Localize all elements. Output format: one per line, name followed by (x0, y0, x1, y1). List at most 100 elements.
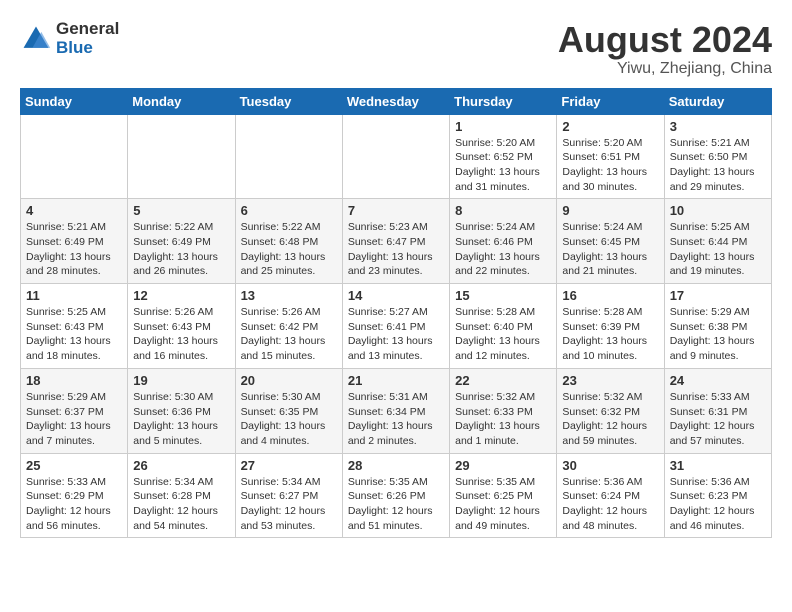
month-year: August 2024 (558, 20, 772, 60)
calendar-cell: 18 Sunrise: 5:29 AM Sunset: 6:37 PM Dayli… (21, 368, 128, 453)
day-info: Sunrise: 5:35 AM Sunset: 6:26 PM Dayligh… (348, 475, 444, 534)
calendar-cell: 9Sunrise: 5:24 AM Sunset: 6:45 PM Daylig… (557, 199, 664, 284)
day-number: 25 (26, 458, 122, 473)
day-info: Sunrise: 5:20 AM Sunset: 6:51 PM Dayligh… (562, 136, 658, 195)
day-number: 19 (133, 373, 229, 388)
calendar-cell: 22 Sunrise: 5:32 AM Sunset: 6:33 PM Dayli… (450, 368, 557, 453)
calendar-cell: 6 Sunrise: 5:22 AM Sunset: 6:48 PM Daylig… (235, 199, 342, 284)
day-info: Sunrise: 5:30 AM Sunset: 6:36 PM Dayligh… (133, 390, 229, 449)
calendar-cell: 13 Sunrise: 5:26 AM Sunset: 6:42 PM Dayli… (235, 284, 342, 369)
day-info: Sunrise: 5:35 AM Sunset: 6:25 PM Dayligh… (455, 475, 551, 534)
calendar-cell: 2 Sunrise: 5:20 AM Sunset: 6:51 PM Daylig… (557, 114, 664, 199)
day-info: Sunrise: 5:26 AM Sunset: 6:43 PM Dayligh… (133, 305, 229, 364)
day-info: Sunrise: 5:31 AM Sunset: 6:34 PM Dayligh… (348, 390, 444, 449)
day-number: 4 (26, 203, 122, 218)
location: Yiwu, Zhejiang, China (558, 60, 772, 78)
calendar-cell: 17 Sunrise: 5:29 AM Sunset: 6:38 PM Dayli… (664, 284, 771, 369)
col-header-friday: Friday (557, 88, 664, 114)
day-number: 20 (241, 373, 337, 388)
calendar-cell: 19 Sunrise: 5:30 AM Sunset: 6:36 PM Dayli… (128, 368, 235, 453)
day-number: 22 (455, 373, 551, 388)
day-info: Sunrise: 5:29 AM Sunset: 6:37 PM Dayligh… (26, 390, 122, 449)
day-info: Sunrise: 5:33 AM Sunset: 6:29 PM Dayligh… (26, 475, 122, 534)
col-header-wednesday: Wednesday (342, 88, 449, 114)
day-info: Sunrise: 5:25 AM Sunset: 6:44 PM Dayligh… (670, 220, 766, 279)
calendar-week-3: 18 Sunrise: 5:29 AM Sunset: 6:37 PM Dayli… (21, 368, 772, 453)
day-number: 23 (562, 373, 658, 388)
calendar-cell: 3Sunrise: 5:21 AM Sunset: 6:50 PM Daylig… (664, 114, 771, 199)
day-info: Sunrise: 5:32 AM Sunset: 6:33 PM Dayligh… (455, 390, 551, 449)
day-number: 24 (670, 373, 766, 388)
calendar-cell: 12 Sunrise: 5:26 AM Sunset: 6:43 PM Dayli… (128, 284, 235, 369)
calendar-cell: 21 Sunrise: 5:31 AM Sunset: 6:34 PM Dayli… (342, 368, 449, 453)
calendar-cell: 20 Sunrise: 5:30 AM Sunset: 6:35 PM Dayli… (235, 368, 342, 453)
col-header-tuesday: Tuesday (235, 88, 342, 114)
day-number: 29 (455, 458, 551, 473)
day-info: Sunrise: 5:20 AM Sunset: 6:52 PM Dayligh… (455, 136, 551, 195)
calendar-table: SundayMondayTuesdayWednesdayThursdayFrid… (20, 88, 772, 539)
day-number: 6 (241, 203, 337, 218)
day-info: Sunrise: 5:32 AM Sunset: 6:32 PM Dayligh… (562, 390, 658, 449)
day-number: 2 (562, 119, 658, 134)
day-number: 31 (670, 458, 766, 473)
day-info: Sunrise: 5:26 AM Sunset: 6:42 PM Dayligh… (241, 305, 337, 364)
col-header-sunday: Sunday (21, 88, 128, 114)
calendar-week-1: 4 Sunrise: 5:21 AM Sunset: 6:49 PM Daylig… (21, 199, 772, 284)
day-number: 26 (133, 458, 229, 473)
calendar-cell: 8Sunrise: 5:24 AM Sunset: 6:46 PM Daylig… (450, 199, 557, 284)
day-number: 17 (670, 288, 766, 303)
day-info: Sunrise: 5:25 AM Sunset: 6:43 PM Dayligh… (26, 305, 122, 364)
calendar-cell (235, 114, 342, 199)
logo-text: General Blue (56, 20, 119, 57)
day-number: 8 (455, 203, 551, 218)
logo: General Blue (20, 20, 119, 57)
day-number: 27 (241, 458, 337, 473)
calendar-cell: 7Sunrise: 5:23 AM Sunset: 6:47 PM Daylig… (342, 199, 449, 284)
calendar-week-2: 11 Sunrise: 5:25 AM Sunset: 6:43 PM Dayli… (21, 284, 772, 369)
day-number: 16 (562, 288, 658, 303)
day-number: 5 (133, 203, 229, 218)
day-number: 1 (455, 119, 551, 134)
calendar-cell: 4 Sunrise: 5:21 AM Sunset: 6:49 PM Daylig… (21, 199, 128, 284)
day-number: 10 (670, 203, 766, 218)
day-info: Sunrise: 5:27 AM Sunset: 6:41 PM Dayligh… (348, 305, 444, 364)
calendar-cell: 25 Sunrise: 5:33 AM Sunset: 6:29 PM Dayli… (21, 453, 128, 538)
day-info: Sunrise: 5:36 AM Sunset: 6:24 PM Dayligh… (562, 475, 658, 534)
title-block: August 2024 Yiwu, Zhejiang, China (558, 20, 772, 78)
calendar-cell: 26 Sunrise: 5:34 AM Sunset: 6:28 PM Dayli… (128, 453, 235, 538)
calendar-cell: 31Sunrise: 5:36 AM Sunset: 6:23 PM Dayli… (664, 453, 771, 538)
col-header-thursday: Thursday (450, 88, 557, 114)
day-number: 9 (562, 203, 658, 218)
col-header-monday: Monday (128, 88, 235, 114)
calendar-cell: 24 Sunrise: 5:33 AM Sunset: 6:31 PM Dayli… (664, 368, 771, 453)
day-number: 11 (26, 288, 122, 303)
calendar-cell: 5Sunrise: 5:22 AM Sunset: 6:49 PM Daylig… (128, 199, 235, 284)
day-number: 15 (455, 288, 551, 303)
logo-icon (20, 23, 52, 55)
calendar-cell: 30Sunrise: 5:36 AM Sunset: 6:24 PM Dayli… (557, 453, 664, 538)
calendar-cell: 11 Sunrise: 5:25 AM Sunset: 6:43 PM Dayli… (21, 284, 128, 369)
calendar-cell: 16Sunrise: 5:28 AM Sunset: 6:39 PM Dayli… (557, 284, 664, 369)
calendar-cell: 27Sunrise: 5:34 AM Sunset: 6:27 PM Dayli… (235, 453, 342, 538)
day-info: Sunrise: 5:34 AM Sunset: 6:28 PM Dayligh… (133, 475, 229, 534)
calendar-header-row: SundayMondayTuesdayWednesdayThursdayFrid… (21, 88, 772, 114)
calendar-week-0: 1 Sunrise: 5:20 AM Sunset: 6:52 PM Daylig… (21, 114, 772, 199)
day-number: 21 (348, 373, 444, 388)
day-number: 13 (241, 288, 337, 303)
day-info: Sunrise: 5:21 AM Sunset: 6:49 PM Dayligh… (26, 220, 122, 279)
day-info: Sunrise: 5:22 AM Sunset: 6:48 PM Dayligh… (241, 220, 337, 279)
page-header: General Blue August 2024 Yiwu, Zhejiang,… (20, 20, 772, 78)
day-info: Sunrise: 5:30 AM Sunset: 6:35 PM Dayligh… (241, 390, 337, 449)
day-info: Sunrise: 5:33 AM Sunset: 6:31 PM Dayligh… (670, 390, 766, 449)
calendar-cell: 10 Sunrise: 5:25 AM Sunset: 6:44 PM Dayli… (664, 199, 771, 284)
day-number: 28 (348, 458, 444, 473)
day-number: 12 (133, 288, 229, 303)
calendar-cell (128, 114, 235, 199)
calendar-cell: 28 Sunrise: 5:35 AM Sunset: 6:26 PM Dayli… (342, 453, 449, 538)
day-number: 14 (348, 288, 444, 303)
day-number: 7 (348, 203, 444, 218)
calendar-cell (342, 114, 449, 199)
day-info: Sunrise: 5:29 AM Sunset: 6:38 PM Dayligh… (670, 305, 766, 364)
day-number: 18 (26, 373, 122, 388)
day-info: Sunrise: 5:28 AM Sunset: 6:40 PM Dayligh… (455, 305, 551, 364)
